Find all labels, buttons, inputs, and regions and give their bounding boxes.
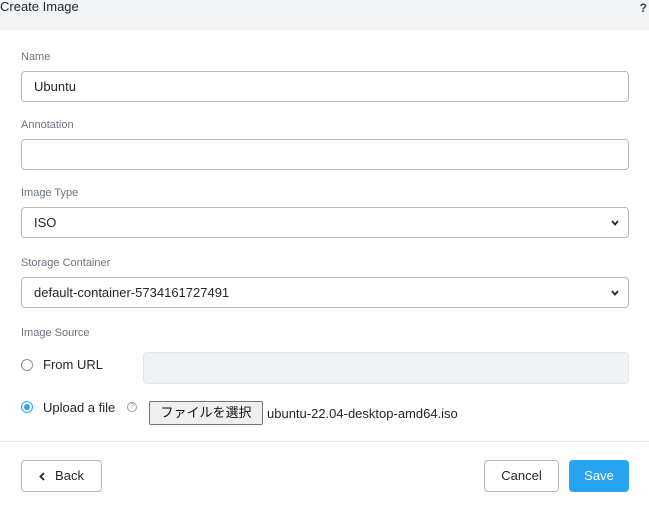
dialog-title: Create Image: [0, 0, 79, 14]
cancel-button[interactable]: Cancel: [484, 460, 559, 492]
storage-container-select[interactable]: default-container-5734161727491: [21, 277, 629, 308]
url-input[interactable]: [143, 352, 629, 384]
name-label: Name: [21, 51, 51, 63]
from-url-label[interactable]: From URL: [43, 357, 103, 372]
storage-container-label: Storage Container: [21, 257, 111, 269]
footer-divider: [0, 441, 649, 442]
upload-file-label[interactable]: Upload a file: [43, 400, 115, 415]
back-button-label: Back: [55, 468, 84, 483]
annotation-input[interactable]: [21, 139, 629, 170]
name-input[interactable]: Ubuntu: [21, 71, 629, 102]
from-url-radio[interactable]: [21, 359, 33, 371]
upload-file-radio[interactable]: [21, 401, 33, 413]
help-icon[interactable]: ?: [640, 1, 647, 15]
image-type-value: ISO: [34, 215, 57, 230]
selected-file-name: ubuntu-22.04-desktop-amd64.iso: [267, 406, 458, 421]
save-button[interactable]: Save: [569, 460, 629, 492]
image-type-select[interactable]: ISO: [21, 207, 629, 238]
chevron-left-icon: [39, 461, 45, 491]
image-type-label: Image Type: [21, 187, 79, 199]
info-icon[interactable]: ?: [127, 402, 137, 412]
storage-container-value: default-container-5734161727491: [34, 285, 230, 300]
chevron-down-icon: [611, 278, 619, 296]
choose-file-button[interactable]: ファイルを選択: [149, 401, 263, 425]
dialog-header: Create Image ?: [0, 0, 649, 30]
annotation-label: Annotation: [21, 119, 74, 131]
chevron-down-icon: [611, 208, 619, 226]
image-source-label: Image Source: [21, 327, 90, 339]
back-button[interactable]: Back: [21, 460, 102, 492]
